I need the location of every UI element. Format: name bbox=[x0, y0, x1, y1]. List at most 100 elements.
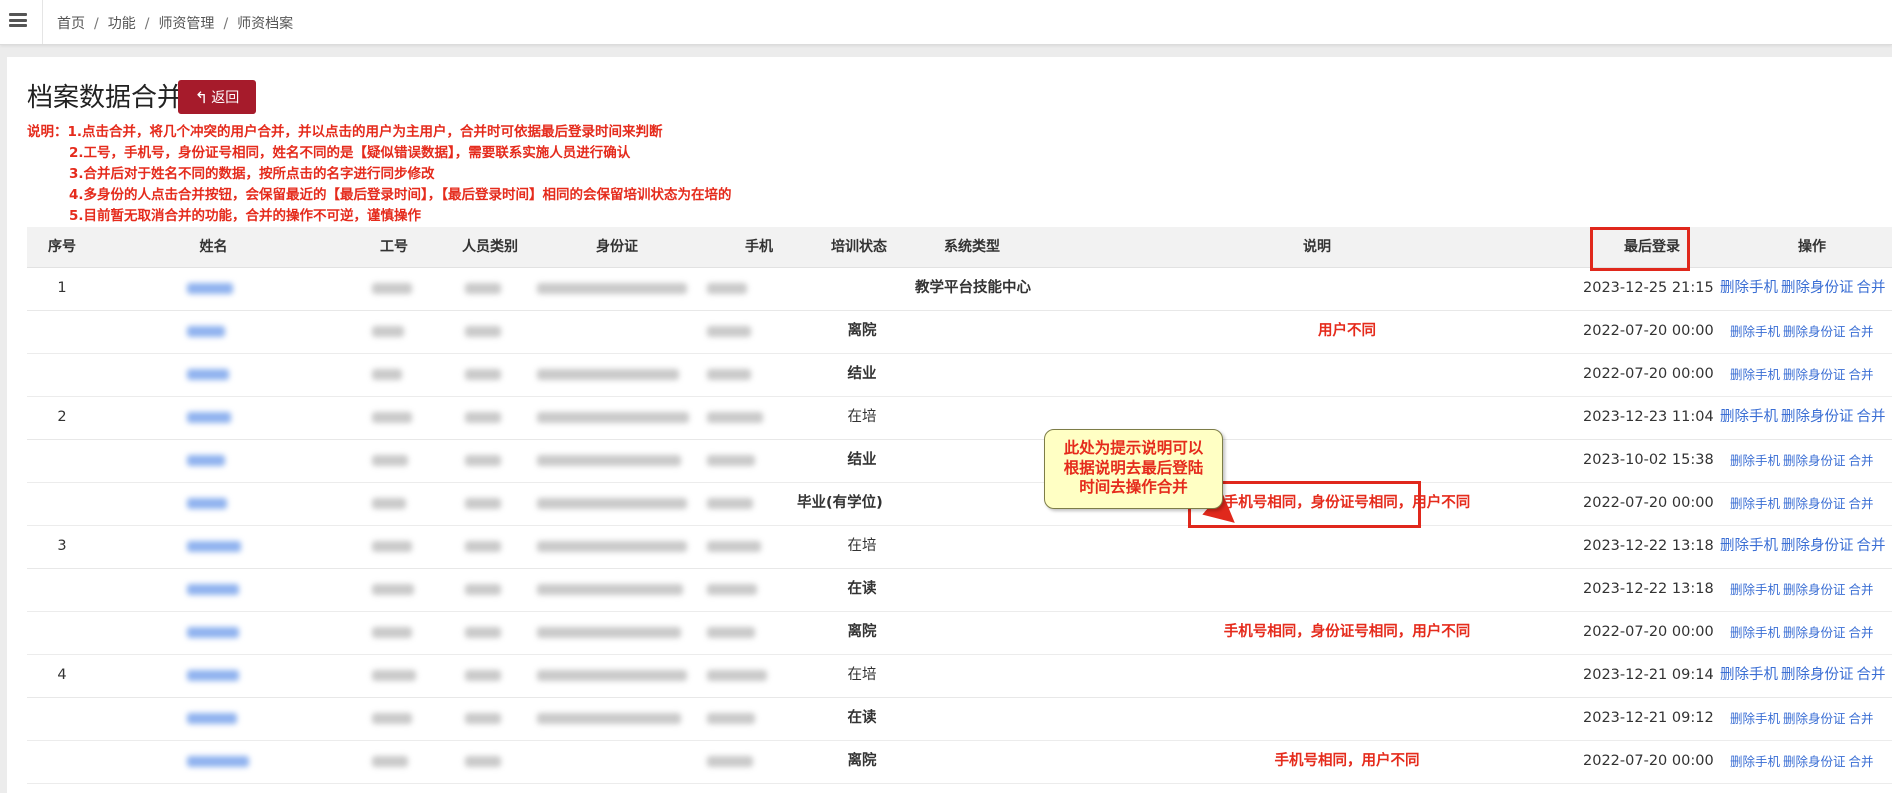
merge-link[interactable]: 合并 bbox=[1849, 453, 1874, 468]
merge-link[interactable]: 合并 bbox=[1849, 496, 1874, 511]
delete-phone-link[interactable]: 删除手机 bbox=[1730, 367, 1780, 382]
row-name[interactable] bbox=[187, 396, 231, 439]
row-id-card bbox=[537, 611, 681, 654]
breadcrumb-faculty-archive[interactable]: 师资档案 bbox=[237, 16, 293, 32]
header-training-status: 培训状态 bbox=[831, 239, 887, 255]
delete-phone-link[interactable]: 删除手机 bbox=[1730, 625, 1780, 640]
merge-link[interactable]: 合并 bbox=[1857, 538, 1886, 554]
row-training-status bbox=[817, 267, 907, 310]
row-description bbox=[1217, 439, 1477, 482]
row-seq: 2 bbox=[57, 409, 67, 425]
row-seq: 4 bbox=[57, 667, 67, 683]
merge-link[interactable]: 合并 bbox=[1857, 667, 1886, 683]
delete-id-card-link[interactable]: 删除身份证 bbox=[1783, 324, 1846, 339]
row-name[interactable] bbox=[187, 568, 239, 611]
delete-id-card-link[interactable]: 删除身份证 bbox=[1781, 538, 1854, 554]
delete-phone-link[interactable]: 删除手机 bbox=[1730, 496, 1780, 511]
row-personnel-type bbox=[465, 654, 501, 697]
delete-id-card-link[interactable]: 删除身份证 bbox=[1781, 280, 1854, 296]
header-personnel-type: 人员类别 bbox=[462, 239, 518, 255]
header-staff-id: 工号 bbox=[380, 239, 408, 255]
merge-link[interactable]: 合并 bbox=[1857, 409, 1886, 425]
row-description: 用户不同 bbox=[1318, 323, 1376, 339]
breadcrumb-function[interactable]: 功能 bbox=[108, 16, 136, 32]
delete-phone-link[interactable]: 删除手机 bbox=[1730, 582, 1780, 597]
delete-id-card-link[interactable]: 删除身份证 bbox=[1783, 711, 1846, 726]
hamburger-menu-icon[interactable] bbox=[9, 13, 27, 27]
row-operations: 删除手机 删除身份证 合并 bbox=[1730, 439, 1877, 482]
merge-link[interactable]: 合并 bbox=[1849, 625, 1874, 640]
row-name[interactable] bbox=[187, 482, 227, 525]
row-personnel-type bbox=[465, 482, 501, 525]
table-row: 离院 用户不同 2022-07-20 00:00 删除手机 删除身份证 合并 bbox=[27, 310, 1892, 354]
back-button[interactable]: ↰ 返回 bbox=[178, 80, 256, 114]
row-staff-id bbox=[372, 568, 414, 611]
delete-phone-link[interactable]: 删除手机 bbox=[1720, 409, 1778, 425]
delete-id-card-link[interactable]: 删除身份证 bbox=[1783, 625, 1846, 640]
delete-phone-link[interactable]: 删除手机 bbox=[1730, 754, 1780, 769]
row-name[interactable] bbox=[187, 353, 229, 396]
row-name[interactable] bbox=[187, 439, 225, 482]
row-operations: 删除手机 删除身份证 合并 bbox=[1720, 267, 1889, 310]
callout-line-2: 根据说明去最后登陆 bbox=[1063, 458, 1204, 477]
row-phone bbox=[707, 396, 763, 439]
row-phone bbox=[707, 568, 757, 611]
row-phone bbox=[707, 439, 755, 482]
delete-id-card-link[interactable]: 删除身份证 bbox=[1783, 496, 1846, 511]
row-seq bbox=[27, 310, 97, 353]
merge-link[interactable]: 合并 bbox=[1857, 280, 1886, 296]
row-staff-id bbox=[372, 267, 412, 310]
row-staff-id bbox=[372, 353, 402, 396]
merge-link[interactable]: 合并 bbox=[1849, 754, 1874, 769]
delete-id-card-link[interactable]: 删除身份证 bbox=[1783, 367, 1846, 382]
row-id-card bbox=[537, 568, 683, 611]
row-name[interactable] bbox=[187, 697, 237, 740]
row-name[interactable] bbox=[187, 654, 239, 697]
breadcrumb-faculty-management[interactable]: 师资管理 bbox=[158, 16, 214, 32]
row-seq bbox=[27, 353, 97, 396]
row-training-status: 离院 bbox=[847, 624, 877, 640]
delete-phone-link[interactable]: 删除手机 bbox=[1720, 280, 1778, 296]
row-seq bbox=[27, 611, 97, 654]
header-phone: 手机 bbox=[745, 239, 773, 255]
table-row: 毕业(有学位) 手机号相同，身份证号相同，用户不同 2022-07-20 00:00… bbox=[27, 482, 1892, 526]
note-line-5: 5.目前暂无取消合并的功能，合并的操作不可逆，谨慎操作 bbox=[69, 208, 422, 224]
delete-phone-link[interactable]: 删除手机 bbox=[1720, 538, 1778, 554]
navbar-divider bbox=[42, 0, 43, 44]
merge-link[interactable]: 合并 bbox=[1849, 367, 1874, 382]
merge-link[interactable]: 合并 bbox=[1849, 324, 1874, 339]
last-login-highlight-box bbox=[1590, 227, 1690, 271]
row-last-login: 2022-07-20 00:00 bbox=[1583, 624, 1714, 640]
row-personnel-type bbox=[465, 611, 501, 654]
row-description bbox=[1217, 568, 1477, 611]
merge-link[interactable]: 合并 bbox=[1849, 711, 1874, 726]
row-last-login: 2023-12-23 11:04 bbox=[1583, 409, 1714, 425]
delete-id-card-link[interactable]: 删除身份证 bbox=[1781, 667, 1854, 683]
table-row: 在读 2023-12-22 13:18 删除手机 删除身份证 合并 bbox=[27, 568, 1892, 612]
breadcrumb-home[interactable]: 首页 bbox=[57, 16, 85, 32]
delete-id-card-link[interactable]: 删除身份证 bbox=[1783, 582, 1846, 597]
delete-id-card-link[interactable]: 删除身份证 bbox=[1781, 409, 1854, 425]
row-operations: 删除手机 删除身份证 合并 bbox=[1730, 697, 1877, 740]
delete-phone-link[interactable]: 删除手机 bbox=[1730, 324, 1780, 339]
row-name[interactable] bbox=[187, 611, 239, 654]
delete-phone-link[interactable]: 删除手机 bbox=[1720, 667, 1778, 683]
row-id-card bbox=[537, 439, 681, 482]
row-name[interactable] bbox=[187, 525, 241, 568]
row-training-status: 结业 bbox=[847, 452, 877, 468]
delete-id-card-link[interactable]: 删除身份证 bbox=[1783, 754, 1846, 769]
table-row: 结业 2023-10-02 15:38 删除手机 删除身份证 合并 bbox=[27, 439, 1892, 483]
note-line-2: 2.工号，手机号，身份证号相同，姓名不同的是【疑似错误数据】，需要联系实施人员进… bbox=[69, 145, 631, 161]
row-name[interactable] bbox=[187, 267, 233, 310]
delete-phone-link[interactable]: 删除手机 bbox=[1730, 453, 1780, 468]
delete-id-card-link[interactable]: 删除身份证 bbox=[1783, 453, 1846, 468]
row-training-status: 在读 bbox=[847, 710, 877, 726]
row-name[interactable] bbox=[187, 740, 249, 783]
merge-link[interactable]: 合并 bbox=[1849, 582, 1874, 597]
row-last-login: 2022-07-20 00:00 bbox=[1583, 753, 1714, 769]
row-phone bbox=[707, 697, 755, 740]
delete-phone-link[interactable]: 删除手机 bbox=[1730, 711, 1780, 726]
row-last-login: 2023-12-22 13:18 bbox=[1583, 538, 1714, 554]
header-id-card: 身份证 bbox=[596, 239, 638, 255]
row-name[interactable] bbox=[187, 310, 225, 353]
